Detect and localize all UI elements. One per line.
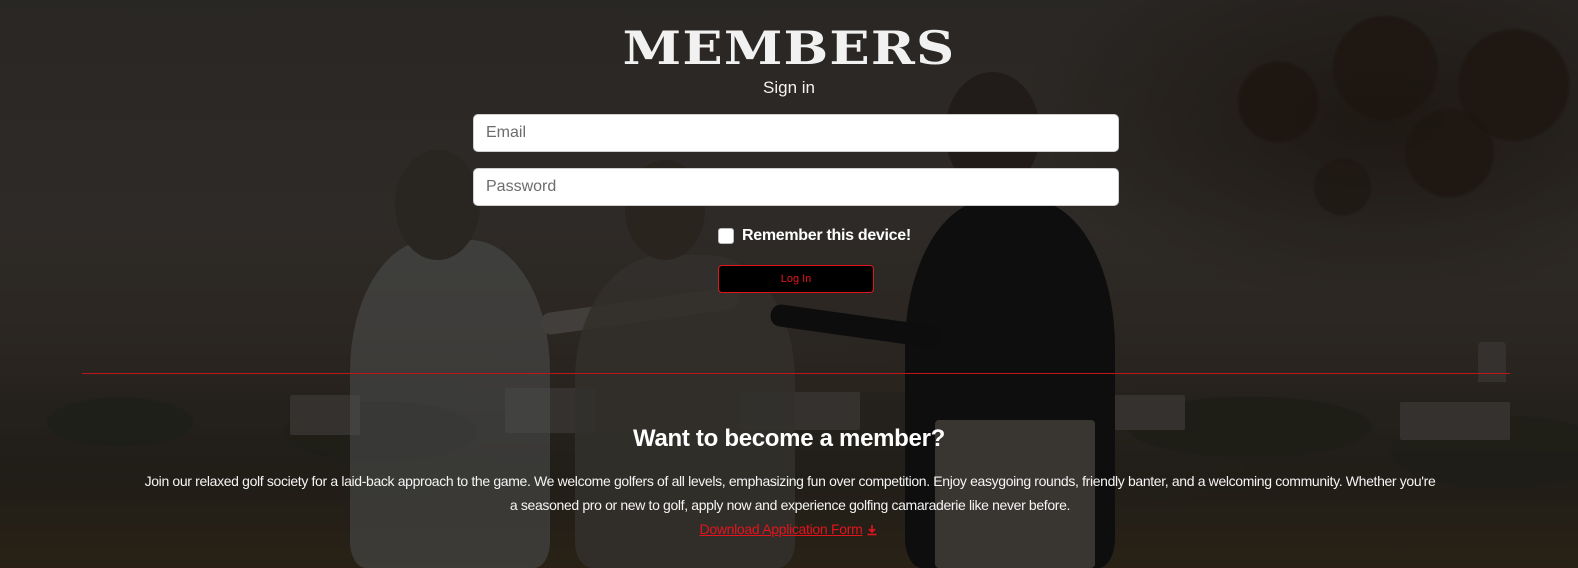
- remember-device-label[interactable]: Remember this device!: [742, 227, 911, 245]
- sign-in-heading: Sign in: [763, 78, 815, 97]
- remember-device-row[interactable]: Remember this device!: [718, 225, 911, 247]
- membership-heading: Want to become a member?: [633, 425, 945, 452]
- page-background: MEMBERS Sign in Remember this device! Lo…: [0, 0, 1578, 568]
- download-row: Download Application Form: [0, 518, 1578, 542]
- password-field[interactable]: [473, 168, 1119, 206]
- members-logo: MEMBERS: [622, 21, 956, 75]
- remember-device-checkbox[interactable]: [718, 228, 734, 244]
- download-link-label[interactable]: Download Application Form: [700, 521, 863, 537]
- download-application-link[interactable]: Download Application Form: [700, 521, 879, 537]
- membership-description: Join our relaxed golf society for a laid…: [144, 473, 1436, 513]
- email-field[interactable]: [473, 114, 1119, 152]
- download-icon[interactable]: [866, 520, 878, 542]
- members-panel: MEMBERS Sign in Remember this device! Lo…: [0, 0, 1578, 568]
- section-divider: [82, 373, 1510, 374]
- log-in-button[interactable]: Log In: [718, 265, 874, 293]
